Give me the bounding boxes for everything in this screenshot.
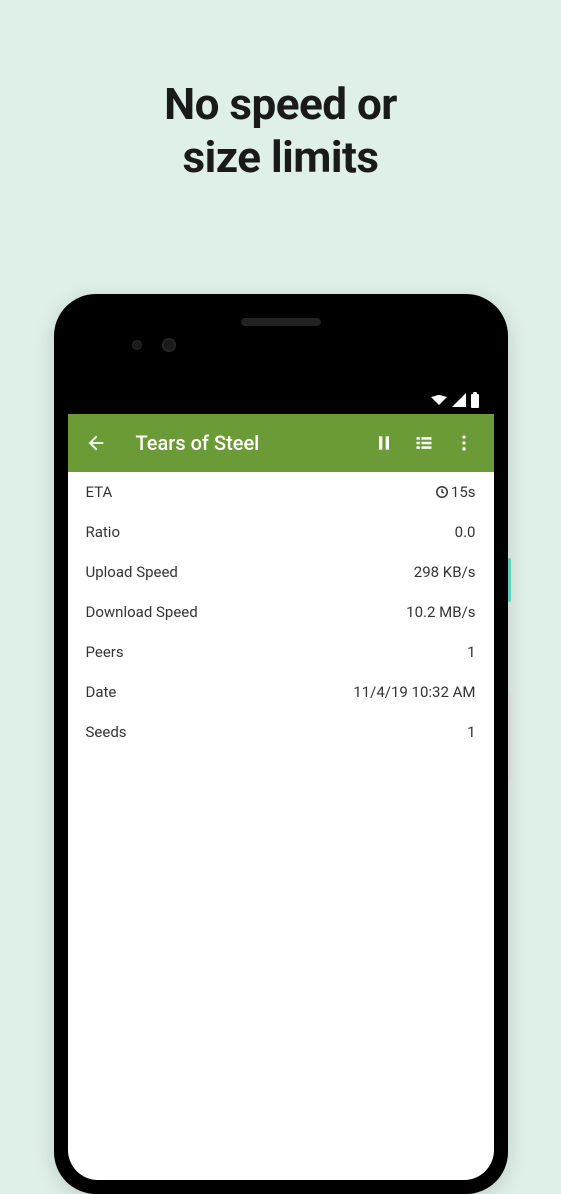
details-list: ETA 15s Ratio 0.0 xyxy=(68,472,494,1180)
row-value: 0.0 xyxy=(455,523,476,541)
row-value: 11/4/19 10:32 AM xyxy=(353,683,475,701)
headline-line2: size limits xyxy=(182,131,378,183)
back-button[interactable] xyxy=(84,431,108,455)
phone-volume-button xyxy=(508,692,511,782)
clock-icon xyxy=(435,485,449,499)
phone-mockup: Tears of Steel xyxy=(54,294,508,1194)
phone-speaker xyxy=(241,318,321,326)
list-button[interactable] xyxy=(404,423,444,463)
phone-sensor xyxy=(162,338,176,352)
row-label: Peers xyxy=(86,643,124,661)
detail-row-eta: ETA 15s xyxy=(68,472,494,512)
row-value: 298 KB/s xyxy=(414,563,476,581)
more-vert-icon xyxy=(454,433,474,453)
row-value: 15s xyxy=(435,483,476,501)
phone-screen: Tears of Steel xyxy=(68,308,494,1180)
row-label: Upload Speed xyxy=(86,563,178,581)
row-label: Seeds xyxy=(86,723,127,741)
detail-row-ratio: Ratio 0.0 xyxy=(68,512,494,552)
detail-row-date: Date 11/4/19 10:32 AM xyxy=(68,672,494,712)
row-label: ETA xyxy=(86,483,113,501)
status-icons xyxy=(430,392,480,408)
row-value-text: 15s xyxy=(451,483,476,501)
more-button[interactable] xyxy=(444,423,484,463)
signal-icon xyxy=(451,392,467,408)
wifi-icon xyxy=(430,392,448,408)
row-value: 1 xyxy=(467,723,475,741)
headline-line1: No speed or xyxy=(164,78,397,130)
row-label: Date xyxy=(86,683,117,701)
marketing-headline: No speed or size limits xyxy=(0,0,561,184)
phone-body: Tears of Steel xyxy=(54,294,508,1194)
pause-icon xyxy=(374,433,394,453)
arrow-back-icon xyxy=(85,432,107,454)
pause-button[interactable] xyxy=(364,423,404,463)
app-bar: Tears of Steel xyxy=(68,414,494,472)
detail-row-seeds: Seeds 1 xyxy=(68,712,494,752)
app-bar-title: Tears of Steel xyxy=(136,431,364,455)
detail-row-upload: Upload Speed 298 KB/s xyxy=(68,552,494,592)
phone-camera xyxy=(132,340,142,350)
list-icon xyxy=(414,433,434,453)
row-label: Download Speed xyxy=(86,603,198,621)
row-value: 10.2 MB/s xyxy=(406,603,475,621)
detail-row-peers: Peers 1 xyxy=(68,632,494,672)
row-value: 1 xyxy=(467,643,475,661)
battery-icon xyxy=(470,392,480,408)
detail-row-download: Download Speed 10.2 MB/s xyxy=(68,592,494,632)
row-label: Ratio xyxy=(86,523,121,541)
phone-power-button xyxy=(508,558,511,602)
